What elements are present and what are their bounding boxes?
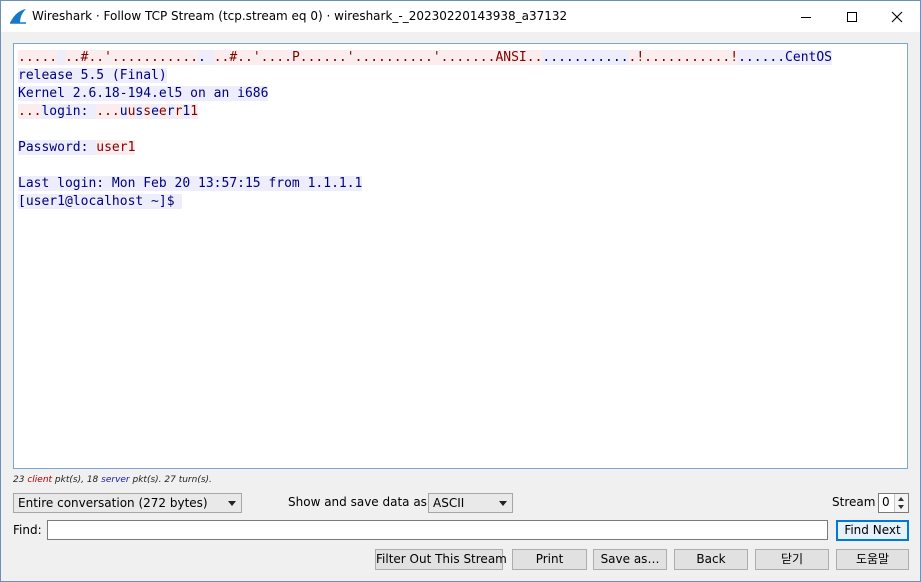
stream-label: Stream — [832, 495, 876, 509]
save-as-button[interactable]: Save as… — [593, 549, 667, 570]
format-select-value: ASCII — [433, 496, 465, 510]
follow-tcp-stream-window: Wireshark · Follow TCP Stream (tcp.strea… — [0, 0, 921, 582]
client-text: ..... — [18, 50, 58, 65]
stream-text: ..... ..#..'............ ..#..'....P....… — [18, 49, 833, 211]
show-save-label: Show and save data as — [288, 495, 427, 509]
stream-line: Password: user1 — [18, 139, 832, 157]
stream-number-spinbox[interactable]: 0 — [878, 493, 909, 513]
filter-out-stream-button[interactable]: Filter Out This Stream — [375, 549, 507, 570]
packet-summary: 23 client pkt(s), 18 server pkt(s). 27 t… — [13, 475, 212, 485]
spin-up-icon[interactable] — [898, 497, 904, 501]
help-button[interactable]: 도움말 — [836, 549, 909, 570]
stream-line: Last login: Mon Feb 20 13:57:15 from 1.1… — [18, 175, 832, 193]
client-text: e — [158, 104, 167, 119]
server-text: ......CentOS — [738, 50, 833, 65]
stream-line: ...login: ...uusseerr11 — [18, 103, 832, 121]
format-select[interactable]: ASCII — [428, 493, 513, 513]
client-text: ... — [96, 104, 120, 119]
print-button[interactable]: Print — [512, 549, 587, 570]
client-text: ..#..'........... — [64, 50, 199, 65]
stream-line: ..... ..#..'............ ..#..'....P....… — [18, 49, 833, 67]
spin-down-icon[interactable] — [898, 505, 904, 509]
server-text: e — [151, 104, 159, 119]
close-icon — [891, 11, 903, 22]
client-text: ..#..'....P......'..........'.......ANSI… — [213, 50, 543, 65]
maximize-icon — [847, 11, 857, 22]
client-word: client — [27, 475, 53, 485]
find-label: Find: — [13, 523, 42, 537]
find-input[interactable] — [47, 520, 828, 540]
client-text: .!...........! — [628, 50, 739, 65]
title-bar[interactable]: Wireshark · Follow TCP Stream (tcp.strea… — [1, 1, 920, 32]
find-next-button[interactable]: Find Next — [836, 520, 909, 541]
stream-line: release 5.5 (Final) — [18, 67, 832, 85]
maximize-button[interactable] — [829, 1, 875, 32]
server-text: Kernel 2.6.18-194.el5 on an i686 — [18, 86, 269, 101]
stream-content-view[interactable]: ..... ..#..'............ ..#..'....P....… — [13, 43, 908, 469]
client-text: s — [143, 104, 152, 119]
stream-line — [18, 121, 832, 139]
stream-line: [user1@localhost ~]$ — [18, 193, 832, 211]
minimize-icon — [801, 16, 811, 18]
chevron-down-icon — [499, 501, 507, 506]
client-count: 23 — [13, 475, 25, 485]
server-text: ........... — [542, 50, 629, 65]
server-text: u — [119, 104, 128, 119]
conversation-select-value: Entire conversation (272 bytes) — [18, 496, 208, 510]
server-text — [57, 50, 65, 65]
server-text: login: — [41, 104, 97, 119]
server-text: . — [198, 50, 214, 65]
server-text: Password: — [18, 140, 97, 155]
client-text: 1 — [190, 104, 199, 119]
close-button[interactable]: 닫기 — [755, 549, 829, 570]
server-text: r — [166, 104, 175, 119]
window-title: Wireshark · Follow TCP Stream (tcp.strea… — [32, 9, 568, 23]
server-text: Last login: Mon Feb 20 13:57:15 from 1.1… — [18, 176, 363, 191]
stream-line: Kernel 2.6.18-194.el5 on an i686 — [18, 85, 832, 103]
conversation-select[interactable]: Entire conversation (272 bytes) — [13, 493, 242, 513]
chevron-down-icon — [228, 501, 236, 506]
back-button[interactable]: Back — [674, 549, 748, 570]
client-text: user1 — [96, 140, 136, 155]
wireshark-fin-icon — [10, 9, 26, 24]
summary-mid: pkt(s), — [52, 475, 87, 485]
client-text: ... — [18, 104, 42, 119]
stream-number-value: 0 — [882, 495, 890, 509]
minimize-button[interactable] — [783, 1, 829, 32]
server-count: 18 — [86, 475, 99, 485]
stream-line — [18, 157, 832, 175]
spin-arrows[interactable] — [894, 494, 908, 512]
close-window-button[interactable] — [874, 1, 920, 32]
server-word: server — [101, 475, 130, 485]
server-text: release 5.5 (Final) — [18, 68, 167, 83]
server-text: [user1@localhost ~]$ — [18, 194, 183, 209]
summary-tail: pkt(s). 27 turn(s). — [129, 475, 212, 485]
